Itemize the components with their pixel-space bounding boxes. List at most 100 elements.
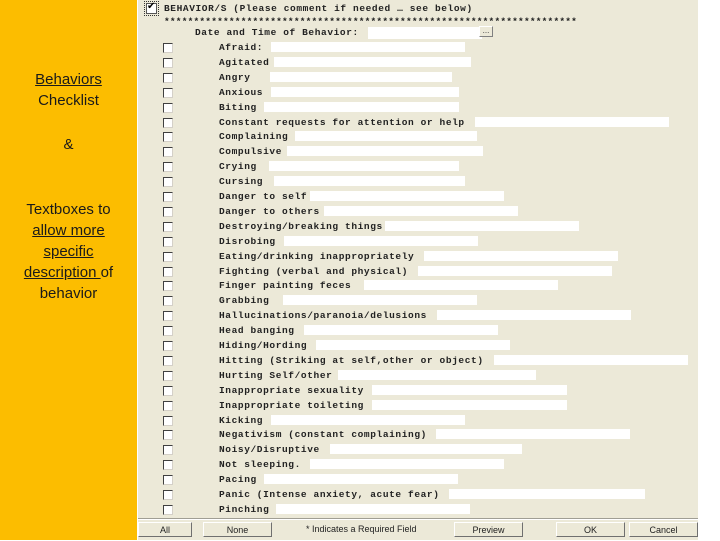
behavior-checkbox[interactable] [163,281,173,292]
select-all-button[interactable]: All [138,522,192,537]
ok-button[interactable]: OK [556,522,625,537]
behavior-checkbox[interactable] [163,430,173,441]
behavior-checkbox[interactable] [163,87,173,98]
date-time-label: Date and Time of Behavior: [195,27,359,38]
behavior-comment-input[interactable] [287,146,483,157]
header-checkbox[interactable] [144,1,159,16]
preview-button[interactable]: Preview [454,522,523,537]
behavior-row: Disrobing [138,235,698,250]
behavior-comment-input[interactable] [364,280,558,291]
behavior-comment-input[interactable] [494,354,688,365]
behavior-checkbox[interactable] [163,400,173,411]
behavior-comment-input[interactable] [264,474,458,485]
behavior-comment-input[interactable] [269,161,459,172]
behavior-row: Constant requests for attention or help [138,116,698,131]
behavior-checkbox[interactable] [163,475,173,486]
behavior-row: Panic (Intense anxiety, acute fear) [138,488,698,503]
behavior-comment-input[interactable] [338,369,536,380]
behavior-comment-input[interactable] [295,131,477,142]
behavior-checkbox[interactable] [163,162,173,173]
behavior-comment-input[interactable] [283,295,477,306]
behavior-row: Fighting (verbal and physical) [138,265,698,280]
behavior-comment-input[interactable] [437,310,631,321]
behavior-comment-input[interactable] [385,220,579,231]
behavior-comment-input[interactable] [276,503,470,514]
behavior-comment-input[interactable] [418,265,612,276]
sidebar-line-specific: specific [43,243,94,260]
behavior-checkbox[interactable] [163,266,173,277]
behavior-checkbox[interactable] [163,311,173,322]
behavior-comment-input[interactable] [271,42,465,52]
select-none-button[interactable]: None [203,522,272,537]
behavior-checkbox[interactable] [163,296,173,307]
behavior-comment-input[interactable] [424,250,618,261]
behavior-checkbox[interactable] [163,326,173,337]
sidebar-line-description: description [23,264,101,281]
behavior-row: Angry [138,71,698,86]
behavior-comment-input[interactable] [372,399,567,410]
behavior-row: Grabbing [138,294,698,309]
behavior-checkbox[interactable] [163,341,173,351]
behavior-label: Agitated [219,56,270,68]
behavior-comment-input[interactable] [310,459,504,470]
behavior-label: Destroying/breaking things [219,220,383,232]
behavior-label: Eating/drinking inappropriately [219,250,415,262]
behavior-comment-input[interactable] [449,489,645,499]
behavior-row: Pacing [138,473,698,488]
behavior-comment-input[interactable] [284,235,478,246]
behavior-comment-input[interactable] [304,325,498,336]
behavior-comment-input[interactable] [274,176,465,187]
behavior-checkbox[interactable] [163,132,173,143]
behavior-comment-input[interactable] [264,101,459,112]
behavior-label: Pinching [219,503,270,515]
behavior-row: Head banging [138,324,698,339]
behavior-label: Hallucinations/paranoia/delusions [219,310,427,322]
behavior-comment-input[interactable] [324,205,518,216]
behavior-row: Danger to self [138,190,698,205]
behavior-checkbox[interactable] [163,504,173,515]
behavior-checkbox[interactable] [163,445,173,456]
behavior-checkbox[interactable] [163,57,173,68]
behavior-checkbox[interactable] [163,43,173,53]
behavior-checkbox[interactable] [163,355,173,366]
behavior-checkbox[interactable] [163,117,173,128]
behavior-comment-input[interactable] [270,71,452,82]
behavior-label: Disrobing [219,235,276,247]
behavior-row: Finger painting feces [138,279,698,294]
behavior-comment-input[interactable] [372,384,567,395]
behavior-checkbox[interactable] [163,147,173,158]
behavior-comment-input[interactable] [310,191,504,201]
behavior-checkbox[interactable] [163,251,173,262]
behavior-checkbox[interactable] [163,177,173,188]
behavior-checkbox[interactable] [163,206,173,217]
behavior-row: Crying [138,160,698,175]
date-time-input[interactable] [368,27,482,39]
behavior-checkbox[interactable] [163,370,173,381]
behavior-checkbox[interactable] [163,72,173,83]
behavior-checkbox[interactable] [163,385,173,396]
behavior-checkbox[interactable] [163,102,173,113]
behavior-comment-input[interactable] [274,56,471,67]
behavior-checkbox[interactable] [163,460,173,471]
behavior-row: Inappropriate toileting [138,399,698,414]
behavior-comment-input[interactable] [475,116,669,127]
behavior-comment-input[interactable] [436,429,630,440]
date-picker-button[interactable]: ... [479,26,493,37]
behavior-row: Cursing [138,175,698,190]
behavior-comment-input[interactable] [330,444,522,455]
separator-stars: ****************************************… [164,16,578,27]
behavior-label: Anxious [219,86,264,98]
cancel-button[interactable]: Cancel [629,522,698,537]
behavior-label: Hurting Self/other [219,369,333,381]
behavior-checkbox[interactable] [163,236,173,247]
behavior-checkbox[interactable] [163,192,173,202]
behavior-checkbox[interactable] [163,221,173,232]
behavior-comment-input[interactable] [316,340,510,350]
behavior-label: Fighting (verbal and physical) [219,265,409,277]
behavior-label: Not sleeping. [219,459,301,471]
behavior-label: Kicking [219,414,264,426]
behavior-checkbox[interactable] [163,415,173,426]
behavior-checkbox[interactable] [163,490,173,500]
behavior-comment-input[interactable] [271,414,465,425]
behavior-comment-input[interactable] [271,86,459,97]
